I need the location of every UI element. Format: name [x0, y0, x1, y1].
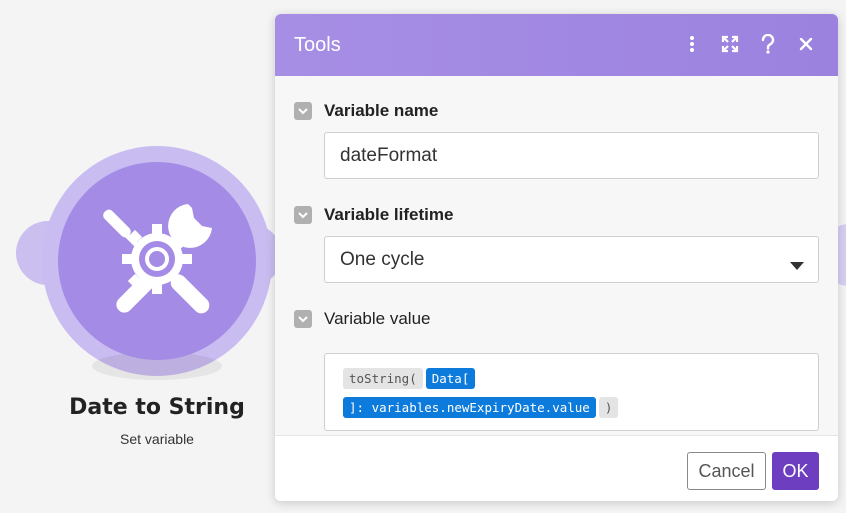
chevron-down-icon[interactable] — [294, 310, 312, 328]
token-line: toString( Data[ — [343, 367, 818, 390]
variable-value-label: Variable value — [324, 309, 431, 328]
header-actions — [682, 32, 816, 56]
section-variable-name-header[interactable]: Variable name — [294, 101, 438, 121]
dialog-body: Variable name dateFormat Variable lifeti… — [275, 76, 838, 435]
close-icon[interactable] — [796, 32, 816, 56]
variable-lifetime-label: Variable lifetime — [324, 205, 454, 224]
chevron-down-icon[interactable] — [294, 102, 312, 120]
variable-value-editor[interactable]: toString( Data[ ]: variables.newExpiryDa… — [324, 353, 819, 431]
mapping-pill[interactable]: ]: variables.newExpiryDate.value — [343, 397, 596, 418]
module-title: Date to String — [69, 395, 245, 420]
function-token[interactable]: toString( — [343, 368, 423, 389]
mapping-pill[interactable]: Data[ — [425, 368, 476, 389]
caret-down-icon — [790, 255, 804, 277]
dialog-header[interactable]: Tools — [275, 14, 838, 76]
expand-icon[interactable] — [720, 32, 740, 56]
module-node[interactable] — [58, 162, 256, 360]
tools-dialog: Tools Variable name dateFormat Variable … — [275, 14, 838, 501]
dialog-footer: Cancel OK — [275, 435, 838, 501]
variable-lifetime-value: One cycle — [340, 248, 425, 270]
tools-icon — [92, 194, 222, 329]
ok-button[interactable]: OK — [772, 452, 819, 490]
chevron-down-icon[interactable] — [294, 206, 312, 224]
more-vertical-icon[interactable] — [682, 32, 702, 56]
module-subtitle: Set variable — [120, 431, 194, 447]
variable-lifetime-select[interactable]: One cycle — [324, 236, 819, 283]
help-icon[interactable] — [758, 32, 778, 56]
dialog-title: Tools — [294, 33, 341, 56]
variable-name-label: Variable name — [324, 101, 439, 120]
section-variable-lifetime-header[interactable]: Variable lifetime — [294, 205, 453, 225]
section-variable-value-header[interactable]: Variable value — [294, 309, 430, 329]
variable-name-input[interactable]: dateFormat — [324, 132, 819, 179]
function-token[interactable]: ) — [598, 397, 619, 418]
cancel-button[interactable]: Cancel — [687, 452, 766, 490]
token-line: ]: variables.newExpiryDate.value ) — [343, 396, 818, 419]
